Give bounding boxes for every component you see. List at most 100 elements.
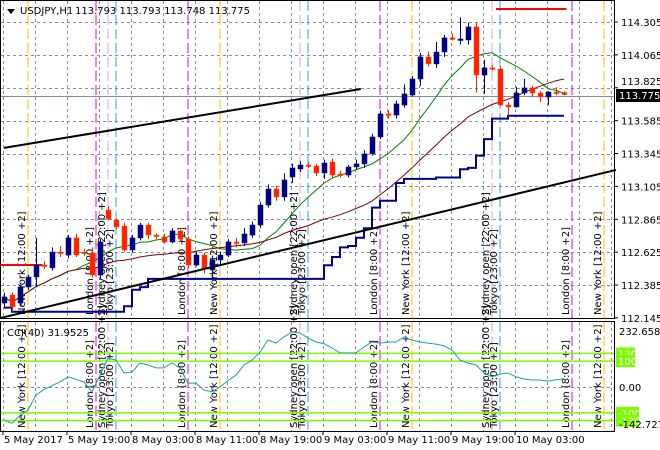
candle-body [457, 38, 464, 41]
candle-body [465, 26, 472, 41]
cci-level-label: 100 [618, 357, 637, 368]
candle-body [9, 294, 16, 308]
time-tick-label: 5 May 2017 [4, 435, 63, 446]
price-tick-label: 113.825 [621, 77, 660, 88]
candle-body [73, 237, 80, 256]
candle-body [33, 264, 40, 278]
price-tick-label: 112.865 [621, 215, 660, 226]
candle-body [425, 56, 432, 65]
candle-body [289, 167, 296, 178]
session-label-cci: Tokyo [23:00 +2] [489, 342, 500, 429]
time-tick-label: 5 May 19:00 [68, 435, 130, 446]
candle-body [513, 92, 520, 108]
candle-body [297, 164, 304, 170]
candle-body [353, 163, 360, 168]
price-tick-label: 112.385 [621, 281, 660, 292]
candle-body [361, 153, 368, 165]
candle-body [321, 162, 328, 174]
candle-body [241, 233, 248, 244]
session-label: New York [12:00 +2] [593, 211, 604, 315]
candle-body [561, 92, 568, 95]
price-axis[interactable]: 114.305 114.065 113.825 113.585 113.345 113.1… [615, 18, 660, 325]
current-price-label: 113.775 [619, 91, 660, 102]
price-tick-label: 113.345 [621, 150, 660, 161]
candle-body [385, 113, 392, 116]
trendline [3, 88, 361, 149]
candle-body [201, 254, 208, 270]
cci-title: CCI(40) 31.9525 [7, 328, 89, 339]
time-tick-label: 9 May 19:00 [452, 435, 514, 446]
cci-axis-top: 232.6588 [619, 327, 660, 338]
candle-body [329, 161, 336, 176]
cci-axis-bottom: -142.7279 [619, 420, 660, 431]
candle-body [521, 87, 528, 94]
price-tick-label: 113.585 [621, 117, 660, 128]
candle-body [281, 179, 288, 198]
time-tick-label: 9 May 03:00 [324, 435, 386, 446]
candle-body [193, 254, 200, 266]
price-chart[interactable]: New York [12:00 +2] New York [12:00 +2] Lo… [0, 0, 660, 450]
cci-axis-zero: 0.00 [619, 383, 641, 394]
candle-body [345, 166, 352, 176]
price-tick-label: 114.065 [621, 51, 660, 62]
candle-body [177, 230, 184, 240]
candle-body [57, 251, 64, 254]
session-label-cci: Tokyo [23:00 +2] [297, 342, 308, 429]
session-label: Tokyo [23:00 +2] [297, 229, 308, 316]
candle-body [489, 67, 496, 70]
time-tick-label: 9 May 11:00 [388, 435, 450, 446]
candle-body [121, 225, 128, 251]
time-tick-label: 8 May 11:00 [196, 435, 258, 446]
time-axis[interactable]: 5 May 2017 5 May 19:00 8 May 03:00 8 May 11… [2, 432, 585, 446]
candle-body [1, 296, 8, 304]
candle-body [473, 26, 480, 76]
candle-body [369, 136, 376, 155]
candle-body [497, 68, 504, 106]
price-tick-label: 113.105 [621, 182, 660, 193]
quote-values: 113.793 113.793 113.748 113.775 [75, 6, 250, 17]
candle-body [249, 224, 256, 236]
price-tick-label: 112.145 [621, 314, 660, 325]
candle-body [217, 254, 224, 261]
candle-body [225, 241, 232, 256]
candle-body [305, 164, 312, 167]
candle-body [529, 87, 536, 94]
candle-body [185, 238, 192, 266]
candle-body [257, 204, 264, 226]
candle-body [169, 230, 176, 243]
candle-body [377, 113, 384, 138]
price-tick-label: 112.625 [621, 248, 660, 259]
time-tick-label: 10 May 03:00 [516, 435, 585, 446]
session-label-cci: Tokyo [23:00 +2] [105, 342, 116, 429]
candle-body [41, 264, 48, 267]
session-label: London [8:00 +2] [369, 227, 380, 315]
session-label: Tokyo [23:00 +2] [105, 229, 116, 316]
time-tick-label: 8 May 03:00 [132, 435, 194, 446]
session-label: Tokyo [23:00 +2] [489, 229, 500, 316]
candle-body [449, 37, 456, 40]
candle-body [273, 188, 280, 198]
candle-body [25, 276, 32, 288]
candle-body [153, 234, 160, 237]
candle-body [401, 93, 408, 106]
candle-body [145, 224, 152, 236]
candle-body [393, 103, 400, 116]
candle-body [113, 219, 120, 228]
candle-body [337, 173, 344, 176]
price-tick-label: 114.305 [621, 18, 660, 29]
candle-body [481, 67, 488, 76]
candle-body [89, 252, 96, 276]
candle-body [505, 104, 512, 108]
candle-body [545, 91, 552, 98]
session-label: New York [12:00 +2] [401, 211, 412, 315]
candle-body [17, 286, 24, 304]
candle-body [81, 251, 88, 254]
symbol-title: USDJPY,H1 [20, 6, 73, 17]
candle-body [137, 224, 144, 239]
candle-body [553, 91, 560, 94]
candle-body [409, 78, 416, 96]
collapse-triangle-icon[interactable] [7, 9, 15, 14]
time-tick-label: 8 May 19:00 [260, 435, 322, 446]
candle-body [537, 92, 544, 98]
candle-body [417, 56, 424, 80]
